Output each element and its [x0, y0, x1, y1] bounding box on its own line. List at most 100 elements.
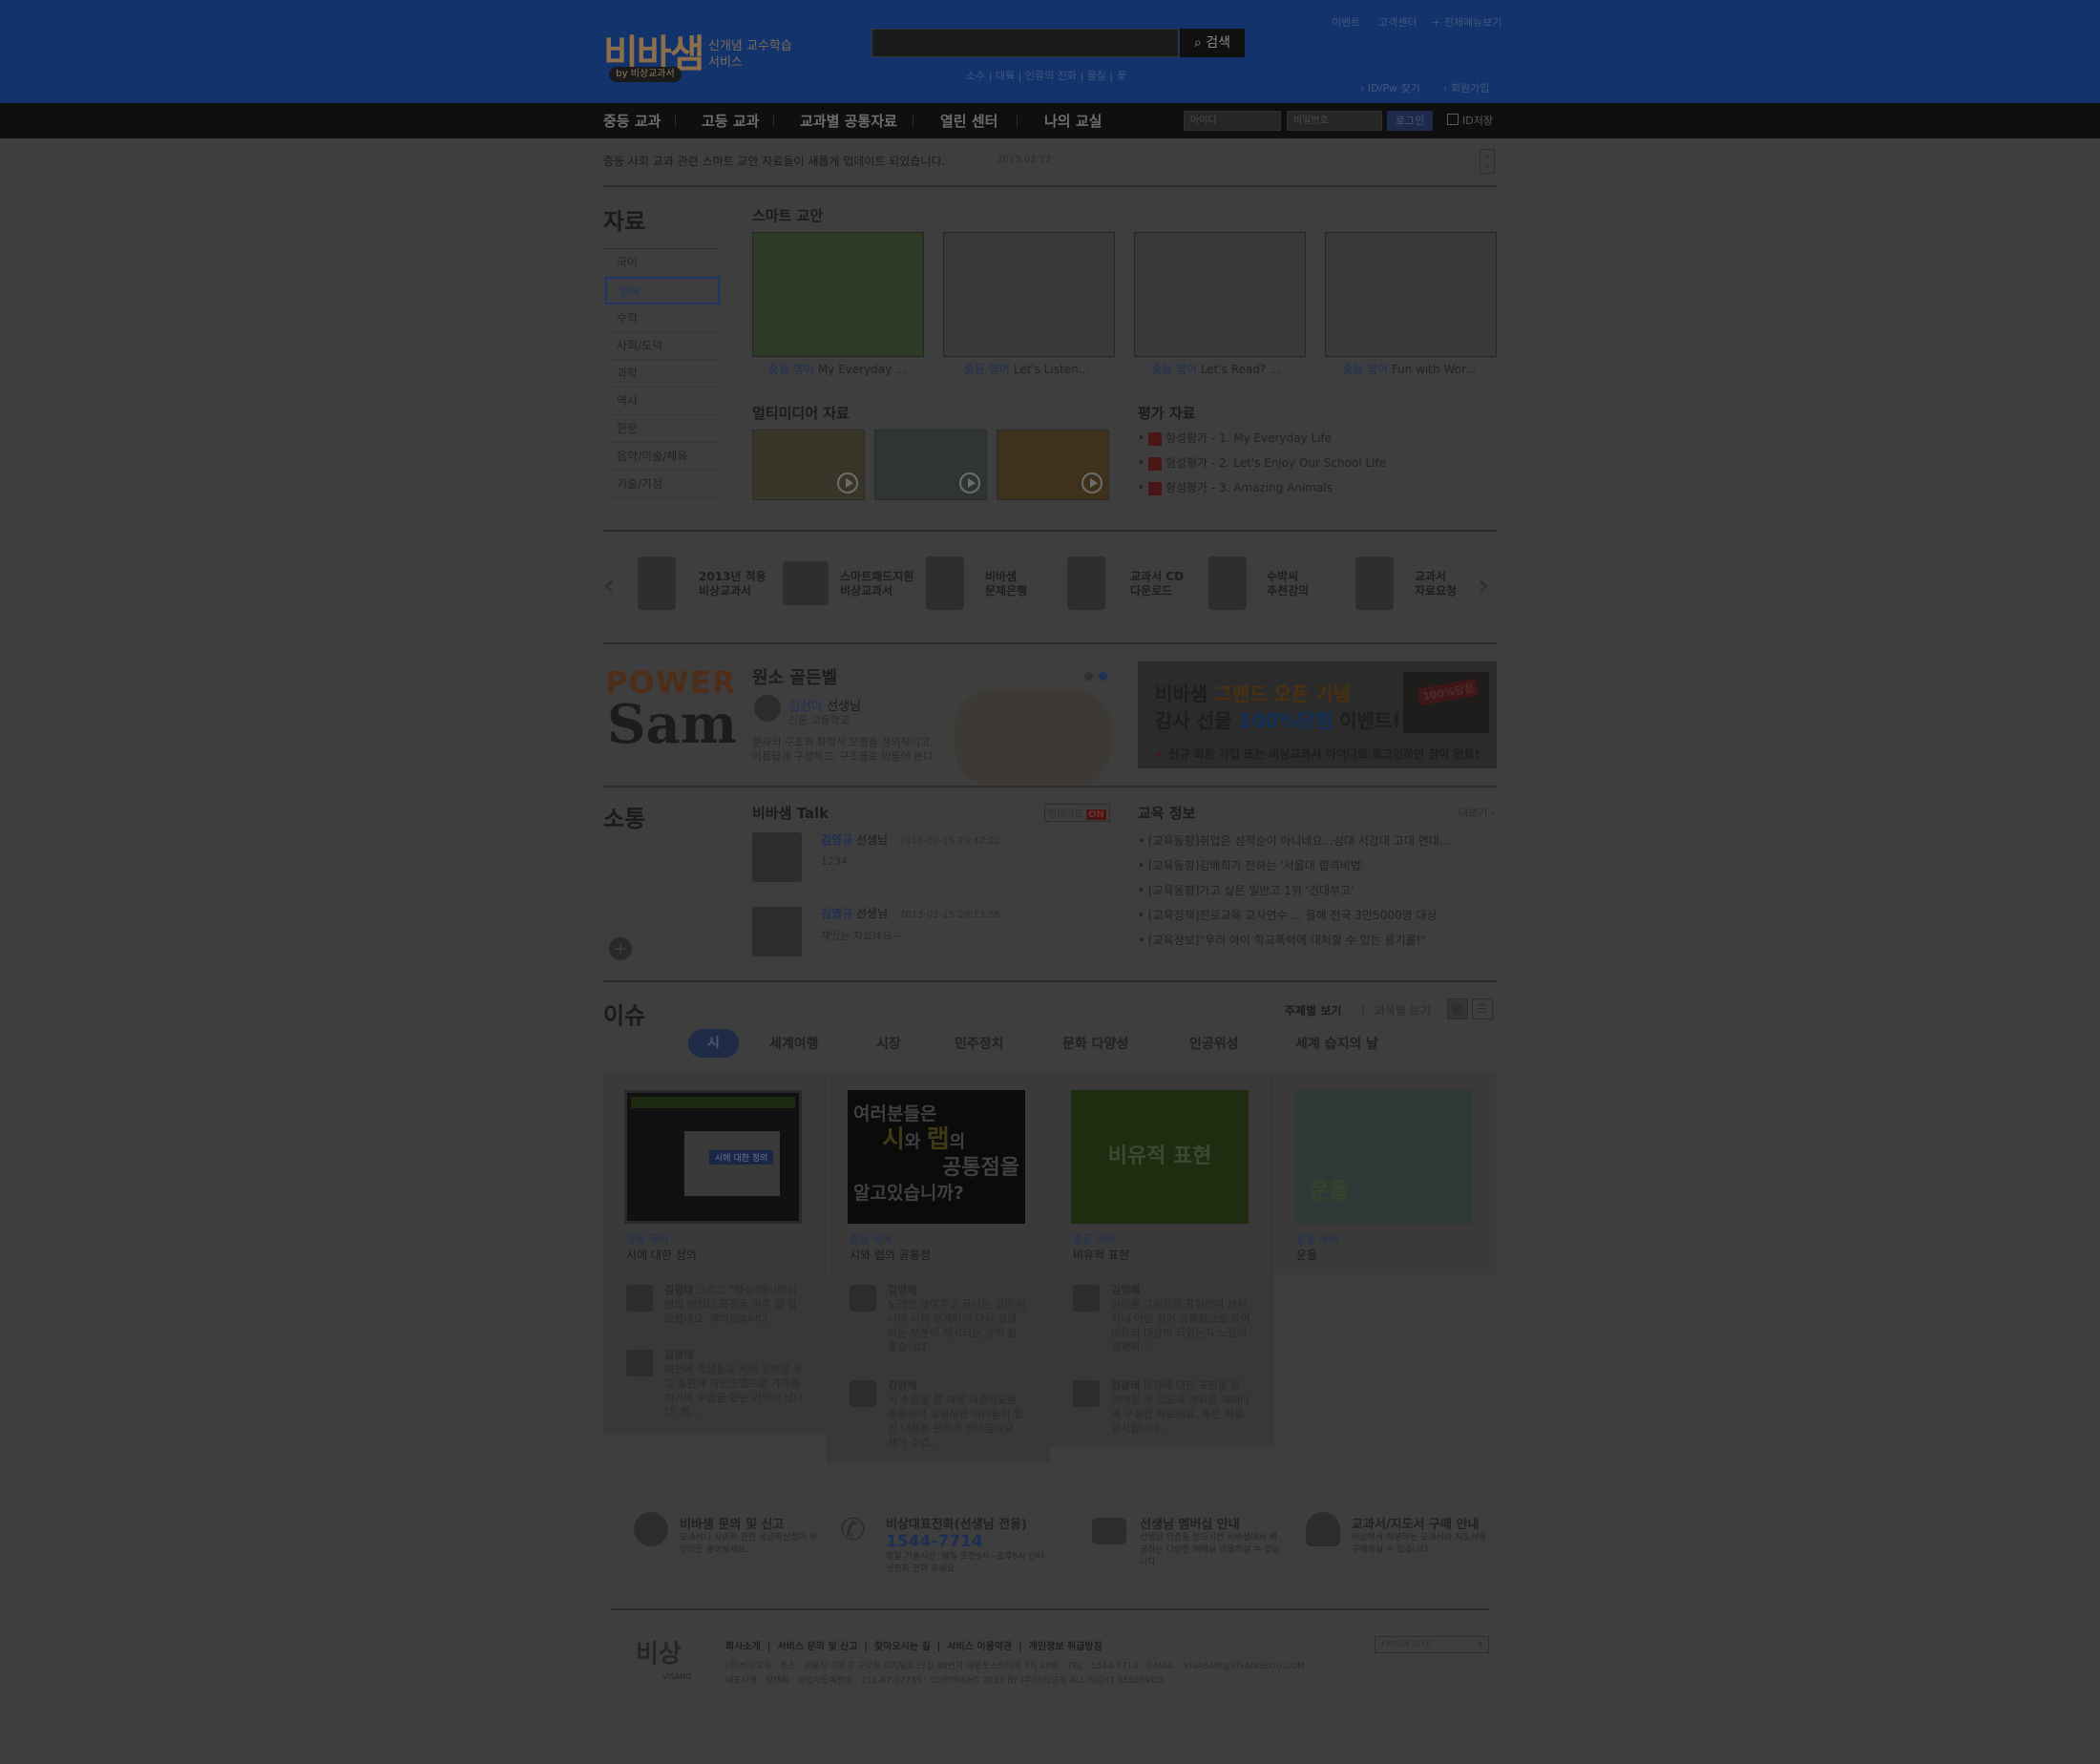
support-phone[interactable]: 비상대표전화(선생님 전용) 1544-7714 평일 기술시간: 평일 오전9시~… [886, 1514, 1046, 1576]
search-button[interactable]: ⌕ 검색 [1180, 29, 1245, 57]
issue-card-3[interactable]: 비유적 표현 중등 국어 비유적 표현 [1050, 1074, 1272, 1274]
nav-open-center[interactable]: 열린 센터 [940, 111, 998, 131]
slide-dot-2[interactable] [1099, 672, 1107, 681]
talk-title: 비바샘 Talk [752, 805, 830, 822]
check-icon: ✔ [1155, 747, 1169, 761]
eval-item-2[interactable]: • 형성평가 - 2. Let's Enjoy Our School Life [1138, 454, 1386, 471]
vivasam-logo[interactable]: 비바샘 신개념 교수학습 서비스 by 비상교과서 [603, 10, 804, 88]
nav-separator [1017, 116, 1018, 127]
find-id-pw-link[interactable]: › ID/Pw 찾기 [1360, 80, 1420, 95]
top-link-event[interactable]: 이벤트 [1332, 14, 1360, 30]
multimedia-video-2[interactable] [874, 430, 987, 500]
footer-link-privacy[interactable]: 개인정보 취급방침 [1029, 1642, 1102, 1652]
support-membership[interactable]: 선생님 멤버십 안내 선생님 인증을 받으시면 비바샘에서 제공하는 다양한 혜택… [1140, 1514, 1283, 1569]
eval-item-3[interactable]: • 형성평가 - 3. Amazing Animals [1138, 479, 1333, 495]
smart-thumb-3[interactable] [1134, 232, 1306, 357]
issue-card-1[interactable]: 시에 대한 정의 중등 국어 시에 대한 정의 [603, 1074, 826, 1274]
comment-3-2[interactable]: 김광태 비유에 대한 표현을 잘 이해할 수 있도록 예시를 재미나게 구성한 … [1111, 1378, 1252, 1436]
comment-2-2[interactable]: 김영혜 시 수업을 할 때에 대중가요를 활용하여 설명하면 아이들이 훨씬 내용… [888, 1378, 1029, 1450]
issue-tab-democracy[interactable]: 민주정치 [955, 1034, 1004, 1053]
issue-tab-travel[interactable]: 세계여행 [769, 1034, 819, 1053]
category-arts[interactable]: 음악/미술/체육 [605, 443, 720, 471]
notice-text[interactable]: 중등 사회 교과 관련 스마트 교안 자료들이 새롭게 업데이트 되었습니다. [603, 153, 945, 169]
comment-2-1[interactable]: 김영혜 노래만 보여주고 끝나는 것이 아니라 시와 연계하여 다시 설명 하는 … [888, 1283, 1029, 1354]
talk-2-author[interactable]: 김영규 선생님 2013-02-15 20:13:58 [821, 905, 1000, 921]
power-title[interactable]: 원소 골든벨 [752, 664, 837, 689]
multimedia-video-1[interactable] [752, 430, 865, 500]
category-history[interactable]: 역사 [605, 388, 720, 415]
notice-scroll-arrows[interactable]: ▴ ▾ [1480, 149, 1495, 174]
edu-item-1[interactable]: • [교육동향]취업은 성적순이 아니네요...성대 서강대 고대 연대... [1138, 832, 1450, 849]
nav-my-classroom[interactable]: 나의 교실 [1044, 111, 1102, 131]
edu-item-3[interactable]: • [교육동향]가고 싶은 일반고 1위 '건대부고' [1138, 882, 1354, 898]
category-math[interactable]: 수학 [605, 304, 720, 332]
category-korean[interactable]: 국어 [605, 249, 720, 277]
multimedia-video-3[interactable] [997, 430, 1109, 500]
comment-3-1[interactable]: 김영혜 단어를 그림으로 표현하여 제시하니 어떤 점이 공통점으로 묶여 비유의… [1111, 1283, 1252, 1354]
smart-item-2-label[interactable]: 중등 영어 Let's Listen... [964, 361, 1089, 377]
grid-view-icon[interactable]: ▦ [1447, 998, 1468, 1019]
category-social[interactable]: 사회/도덕 [605, 332, 720, 360]
nav-middle-school[interactable]: 중등 교과 [603, 111, 661, 131]
quick-link-3[interactable]: 비바샘 문제은행 [985, 570, 1027, 598]
edu-item-2[interactable]: • [교육동향]김배희가 전하는 '서울대 합격비법' [1138, 857, 1364, 873]
category-science[interactable]: 과학 [605, 360, 720, 388]
smart-thumb-4[interactable] [1325, 232, 1497, 357]
support-purchase[interactable]: 교과서/지도서 구매 안내 비상에서 제공하는 교과서와 지도서를 구매하실 수 … [1352, 1514, 1495, 1557]
quick-next-arrow[interactable]: › [1478, 569, 1489, 602]
footer-link-about[interactable]: 회사소개 [725, 1642, 761, 1652]
issue-card-4[interactable]: 운율 중등 국어 운율 [1273, 1074, 1496, 1274]
quick-link-2[interactable]: 스마트패드지원 비상교과서 [840, 570, 914, 598]
save-id-checkbox[interactable] [1447, 114, 1459, 125]
nav-high-school[interactable]: 고등 교과 [702, 111, 759, 131]
login-button[interactable]: 로그인 [1387, 111, 1433, 131]
edu-item-5[interactable]: • [교육정보]"우리 아이 학교폭력에 대처할 수 있는 용기를!" [1138, 932, 1426, 948]
footer-link-directions[interactable]: 찾아오시는 길 [874, 1642, 931, 1652]
comment-1-2[interactable]: 김광태 예전에 학생들과 시의 정의를 두고 칠판에 마인드맵으로 가지를 쳐가며… [664, 1348, 806, 1419]
issue-tab-wetland[interactable]: 세계 습지의 날 [1295, 1034, 1378, 1053]
quick-link-6[interactable]: 교과서 자료요청 [1415, 570, 1457, 598]
issue-card-2[interactable]: 여러분들은 시와 랩의 공통점을 알고있습니까? 중등 국어 시와 랩의 공통점 [827, 1074, 1049, 1274]
issue-tab-culture[interactable]: 문화 다양성 [1062, 1034, 1128, 1053]
card-icon [1092, 1518, 1126, 1544]
top-link-support[interactable]: 고객센터 [1378, 14, 1417, 30]
commenter-avatar [626, 1350, 653, 1376]
view-by-topic[interactable]: 주제별 보기 [1285, 1002, 1341, 1018]
smart-item-1-label[interactable]: 중등 영어 My Everyday ... [768, 361, 907, 377]
login-pw-input[interactable]: 비밀번호 [1287, 111, 1382, 131]
slide-dot-1[interactable] [1084, 672, 1093, 681]
edu-more-link[interactable]: 더보기 › [1459, 805, 1495, 820]
visang-logo[interactable]: 비상 [636, 1634, 682, 1670]
edu-item-4[interactable]: • [교육정책]진로교육 교사연수 ... 올해 전국 3만5000명 대상 [1138, 907, 1438, 923]
eval-item-1[interactable]: • 형성평가 - 1. My Everyday Life [1138, 430, 1332, 446]
footer-link-inquiry[interactable]: 서비스 문의 및 신고 [777, 1642, 857, 1652]
quick-link-4[interactable]: 교과서 CD 다운로드 [1130, 570, 1184, 598]
smart-item-4-label[interactable]: 중등 영어 Fun with Wor... [1342, 361, 1476, 377]
plus-icon[interactable]: + [609, 937, 632, 960]
issue-tab-market[interactable]: 시장 [876, 1034, 901, 1053]
talk-1-author[interactable]: 김영규 선생님 2013-02-15 23:42:22 [821, 831, 1000, 848]
login-id-input[interactable]: 아이디 [1184, 111, 1281, 131]
top-link-all-menu[interactable]: + 전체메뉴보기 [1432, 14, 1502, 30]
quick-prev-arrow[interactable]: ‹ [603, 569, 615, 602]
category-tech-home[interactable]: 기술/가정 [605, 471, 720, 498]
category-english-selected[interactable]: 영어 [605, 277, 720, 304]
nav-common-resources[interactable]: 교과별 공통자료 [800, 111, 897, 131]
support-inquiry[interactable]: 비바샘 문의 및 신고 교과서나 사이트 관련 궁금하신점이 무엇이든 물어보세요… [680, 1514, 823, 1557]
issue-tab-satellite[interactable]: 인공위성 [1189, 1034, 1239, 1053]
family-site-select[interactable]: FAMILY SITE ▾ [1375, 1636, 1489, 1653]
search-input[interactable] [872, 29, 1179, 57]
smart-item-3-label[interactable]: 중등 영어 Let's Read? ... [1151, 361, 1281, 377]
list-view-icon[interactable]: ☰ [1472, 998, 1493, 1019]
search-keyword-tags[interactable]: 소수 | 대륙 | 인류의 진화 | 몰질 | 꽃 [966, 68, 1126, 83]
comment-1-1[interactable]: 김광태 그리고 "향수"에니메이션의 캐릭터 특징을 아주 잘 잡으셨네요. 재… [664, 1283, 806, 1326]
signup-link[interactable]: › 회원가입 [1443, 80, 1489, 95]
smart-thumb-1[interactable] [752, 232, 924, 357]
view-by-subject[interactable]: 과목별 보기 [1375, 1002, 1431, 1018]
quick-link-1[interactable]: 2013년 적용 비상교과서 [699, 570, 766, 598]
footer-link-terms[interactable]: 서비스 이용약관 [947, 1642, 1012, 1652]
quick-link-5[interactable]: 수박씨 추천강의 [1267, 570, 1309, 598]
issue-tab-poem-active[interactable]: 시 [688, 1029, 739, 1058]
category-hanmun[interactable]: 한문 [605, 415, 720, 443]
smart-thumb-2[interactable] [943, 232, 1115, 357]
